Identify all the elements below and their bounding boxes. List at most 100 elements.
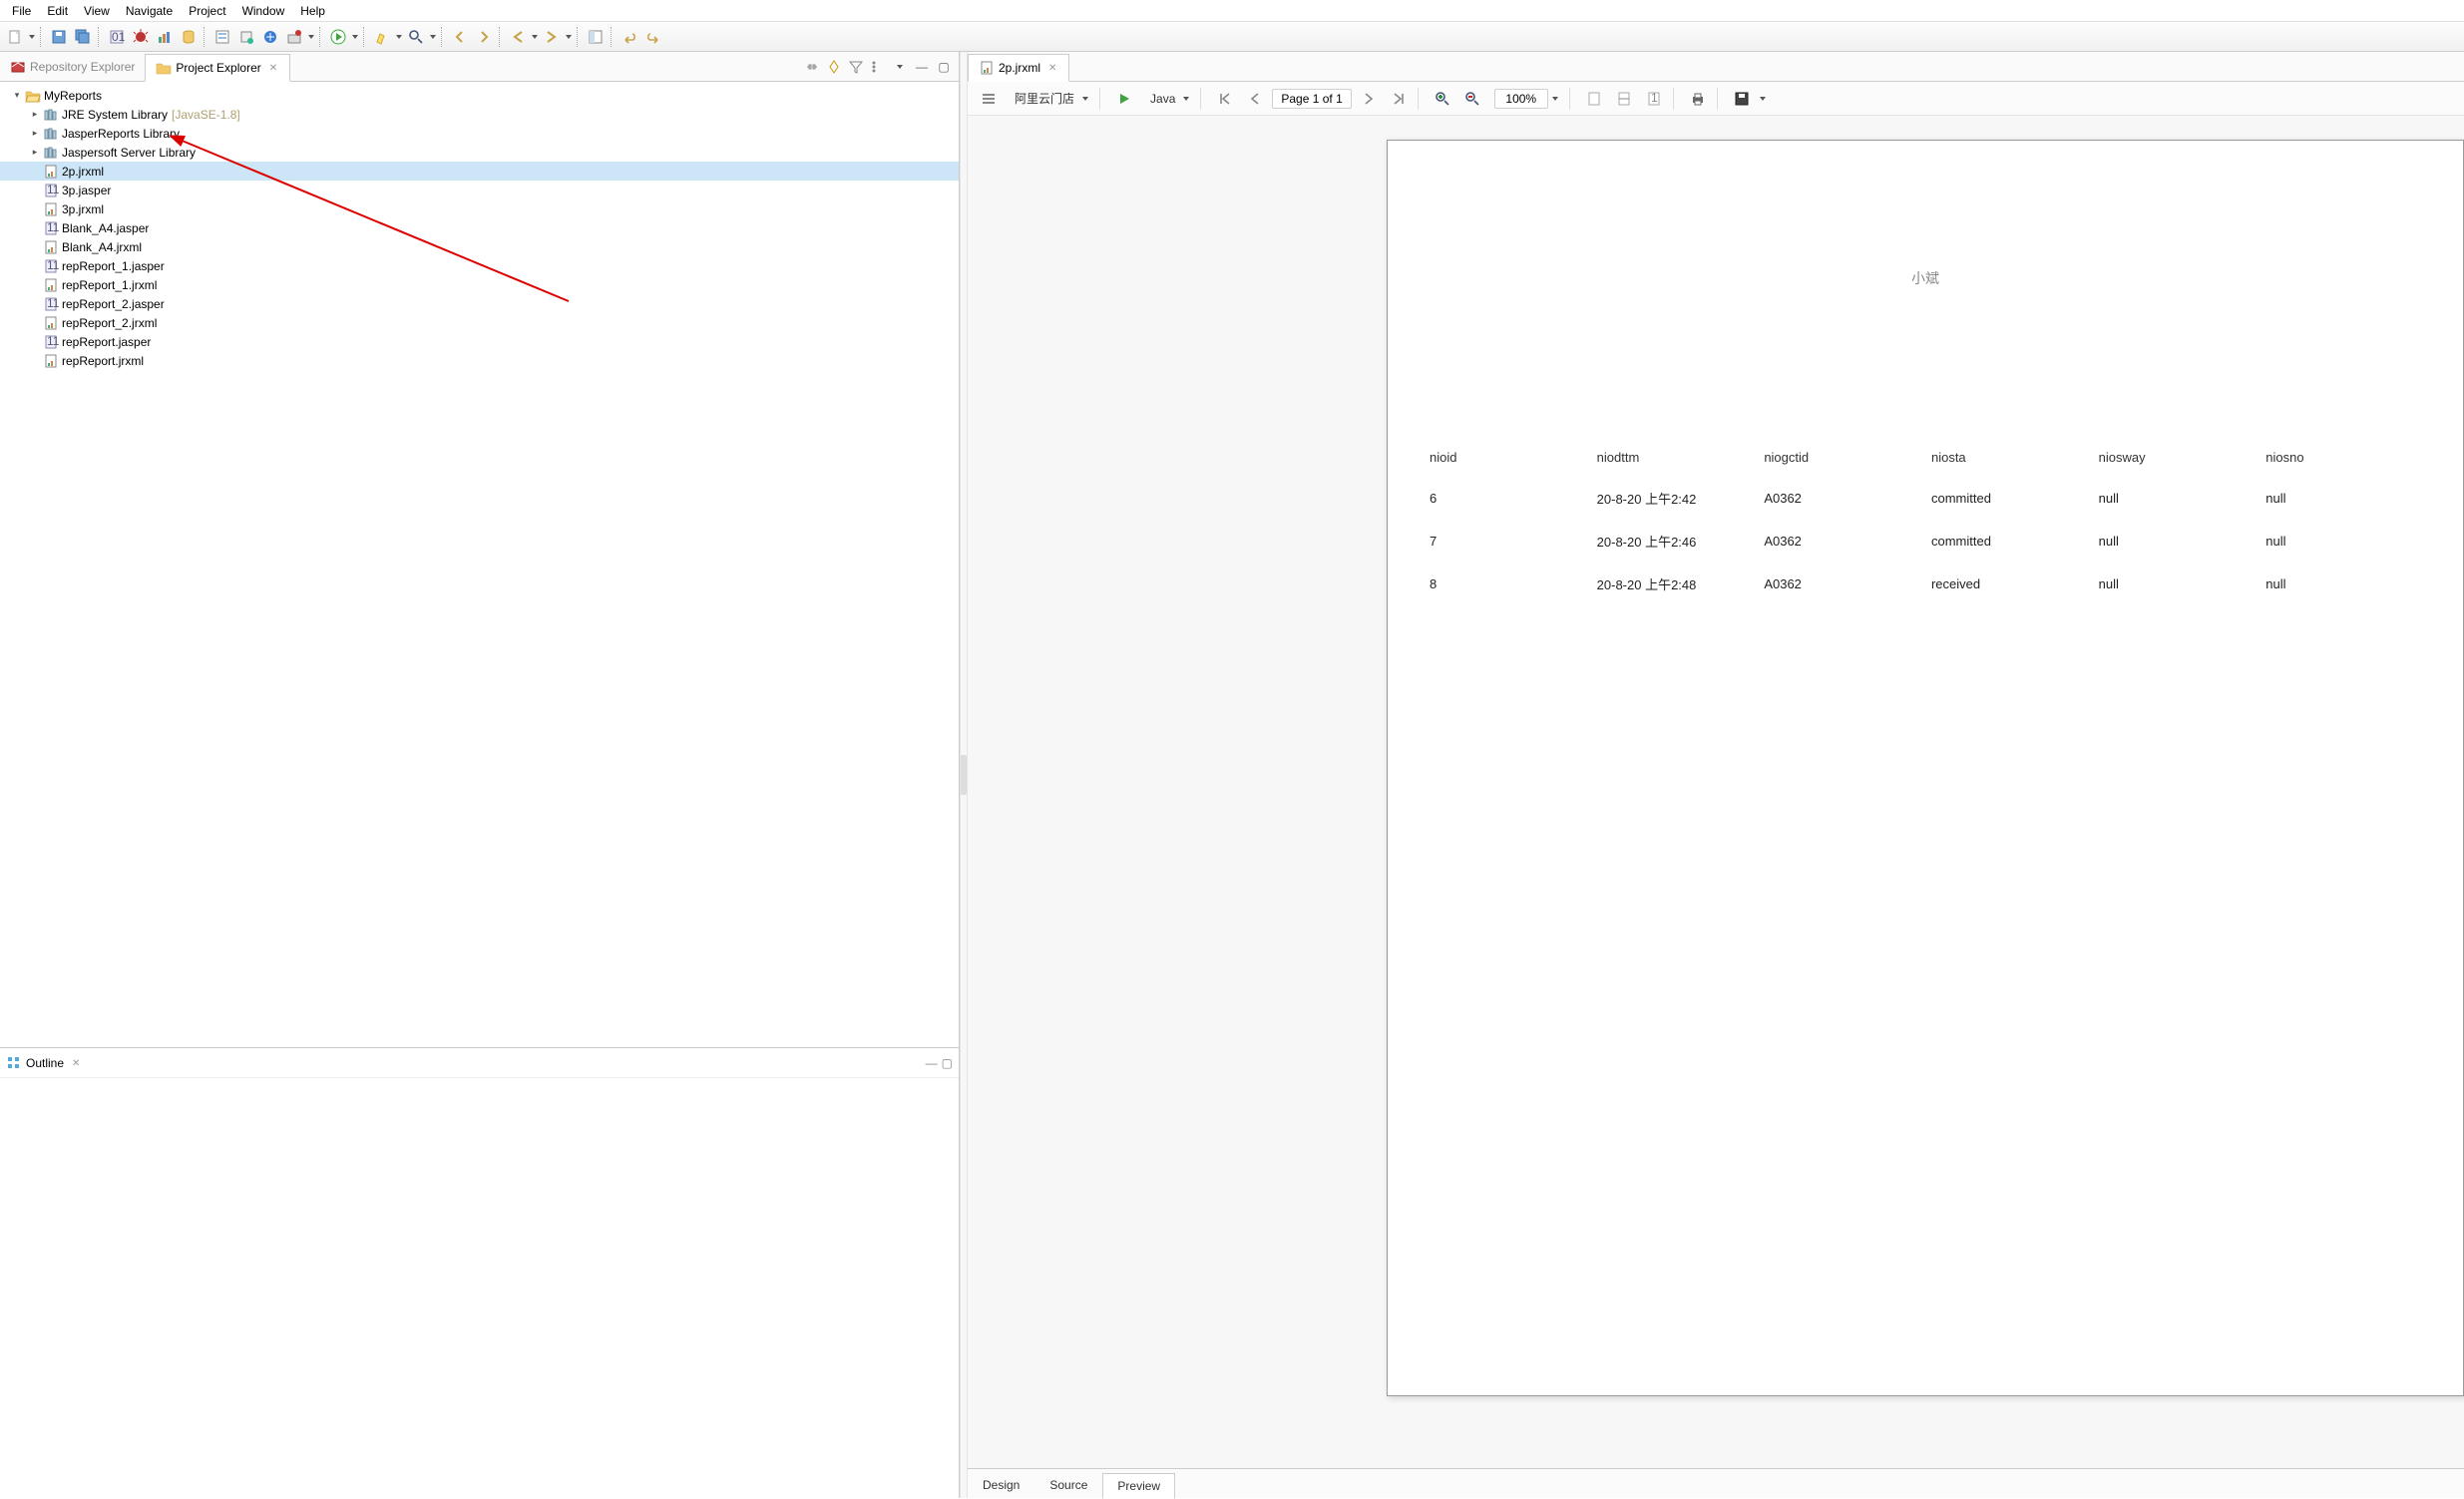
new-dropdown[interactable]	[28, 26, 36, 48]
jrxml-file-icon	[42, 201, 60, 217]
search-button[interactable]	[405, 26, 427, 48]
link-editor-button[interactable]	[803, 58, 821, 76]
filter-button[interactable]	[847, 58, 865, 76]
menu-edit[interactable]: Edit	[39, 2, 76, 20]
back-button[interactable]	[507, 26, 529, 48]
chart-wizard-button[interactable]	[154, 26, 176, 48]
file-item[interactable]: 110repReport.jasper	[0, 332, 959, 351]
close-tab-icon[interactable]: ✕	[1048, 63, 1058, 73]
import-button[interactable]	[283, 26, 305, 48]
run-button[interactable]	[327, 26, 349, 48]
export-button[interactable]	[1729, 87, 1755, 111]
prev-edit-button[interactable]	[449, 26, 471, 48]
highlight-dropdown[interactable]	[395, 26, 403, 48]
repository-explorer-label: Repository Explorer	[30, 60, 135, 74]
fit-page-button[interactable]	[1581, 87, 1607, 111]
back-dropdown[interactable]	[531, 26, 539, 48]
twisty-icon[interactable]	[28, 147, 42, 158]
file-item[interactable]: repReport.jrxml	[0, 351, 959, 370]
maximize-button[interactable]: ▢	[942, 1056, 953, 1070]
run-dropdown[interactable]	[351, 26, 359, 48]
file-item[interactable]: 1103p.jasper	[0, 181, 959, 199]
actual-size-button[interactable]: 1	[1641, 87, 1667, 111]
build-button[interactable]	[235, 26, 257, 48]
zoom-select[interactable]: 100%	[1489, 87, 1563, 111]
lib-jasperreports[interactable]: JasperReports Library	[0, 124, 959, 143]
file-item[interactable]: 110Blank_A4.jasper	[0, 218, 959, 237]
maximize-button[interactable]: ▢	[935, 58, 953, 76]
subtab-source[interactable]: Source	[1034, 1472, 1102, 1498]
new-button[interactable]	[4, 26, 26, 48]
menu-help[interactable]: Help	[292, 2, 333, 20]
last-page-button[interactable]	[1386, 87, 1412, 111]
close-tab-icon[interactable]: ✕	[72, 1058, 82, 1068]
menu-file[interactable]: File	[4, 2, 39, 20]
settings-button[interactable]	[976, 87, 1002, 111]
dataset-button[interactable]	[178, 26, 200, 48]
table-cell: null	[2259, 520, 2427, 562]
file-item[interactable]: 3p.jrxml	[0, 199, 959, 218]
collapse-all-button[interactable]	[869, 58, 887, 76]
editor-tab-2p[interactable]: 2p.jrxml ✕	[968, 54, 1069, 82]
fit-width-button[interactable]	[1611, 87, 1637, 111]
outline-tab[interactable]: Outline ✕	[6, 1055, 82, 1071]
focus-button[interactable]	[825, 58, 843, 76]
project-explorer-tab[interactable]: Project Explorer ✕	[145, 54, 289, 82]
menu-project[interactable]: Project	[181, 2, 233, 20]
lib-jaspersoft-server[interactable]: Jaspersoft Server Library	[0, 143, 959, 162]
subreport-button[interactable]	[211, 26, 233, 48]
save-all-button[interactable]	[72, 26, 94, 48]
run-report-button[interactable]	[1111, 87, 1137, 111]
print-button[interactable]	[1685, 87, 1711, 111]
datasource-select[interactable]: 阿里云门店	[1006, 87, 1093, 111]
zoom-out-button[interactable]	[1459, 87, 1485, 111]
file-item[interactable]: repReport_2.jrxml	[0, 313, 959, 332]
forward-button[interactable]	[541, 26, 563, 48]
export-dropdown[interactable]	[1759, 88, 1767, 110]
file-item[interactable]: 110repReport_2.jasper	[0, 294, 959, 313]
repository-explorer-tab[interactable]: Repository Explorer	[0, 53, 145, 81]
lang-select[interactable]: Java	[1141, 87, 1194, 111]
forward-dropdown[interactable]	[565, 26, 573, 48]
project-root[interactable]: MyReports	[0, 86, 959, 105]
publish-button[interactable]	[259, 26, 281, 48]
highlight-button[interactable]	[371, 26, 393, 48]
debug-button[interactable]	[130, 26, 152, 48]
prev-page-button[interactable]	[1242, 87, 1268, 111]
subtab-design[interactable]: Design	[968, 1472, 1034, 1498]
menu-window[interactable]: Window	[234, 2, 293, 20]
import-dropdown[interactable]	[307, 26, 315, 48]
close-tab-icon[interactable]: ✕	[269, 63, 279, 73]
redo-button[interactable]	[642, 26, 664, 48]
undo-button[interactable]	[618, 26, 640, 48]
zoom-in-button[interactable]	[1430, 87, 1455, 111]
file-item[interactable]: repReport_1.jrxml	[0, 275, 959, 294]
lib-jre[interactable]: JRE System Library [JavaSE-1.8]	[0, 105, 959, 124]
report-canvas[interactable]: 小斌 nioidniodttmniogctidniostanioswaynios…	[968, 116, 2464, 1468]
next-page-button[interactable]	[1356, 87, 1382, 111]
twisty-icon[interactable]	[28, 128, 42, 139]
file-item[interactable]: 2p.jrxml	[0, 162, 959, 181]
search-dropdown[interactable]	[429, 26, 437, 48]
next-edit-button[interactable]	[473, 26, 495, 48]
subtab-preview[interactable]: Preview	[1102, 1473, 1175, 1499]
twisty-icon[interactable]	[10, 90, 24, 101]
first-page-button[interactable]	[1212, 87, 1238, 111]
minimize-button[interactable]: ―	[913, 58, 931, 76]
file-item[interactable]: Blank_A4.jrxml	[0, 237, 959, 256]
svg-text:110: 110	[47, 296, 59, 310]
twisty-icon[interactable]	[28, 109, 42, 120]
vertical-splitter[interactable]	[960, 52, 968, 1498]
page-indicator: Page 1 of 1	[1272, 89, 1351, 109]
project-tree[interactable]: MyReports JRE System Library [JavaSE-1.8…	[0, 82, 959, 1047]
compile-button[interactable]: 010	[106, 26, 128, 48]
menu-navigate[interactable]: Navigate	[118, 2, 181, 20]
minimize-button[interactable]: ―	[926, 1056, 938, 1070]
save-button[interactable]	[48, 26, 70, 48]
file-item[interactable]: 110repReport_1.jasper	[0, 256, 959, 275]
menu-view[interactable]: View	[76, 2, 118, 20]
outline-icon	[6, 1055, 22, 1071]
column-header: niogctid	[1758, 438, 1925, 477]
perspective-button[interactable]	[585, 26, 607, 48]
view-menu-button[interactable]	[891, 58, 909, 76]
